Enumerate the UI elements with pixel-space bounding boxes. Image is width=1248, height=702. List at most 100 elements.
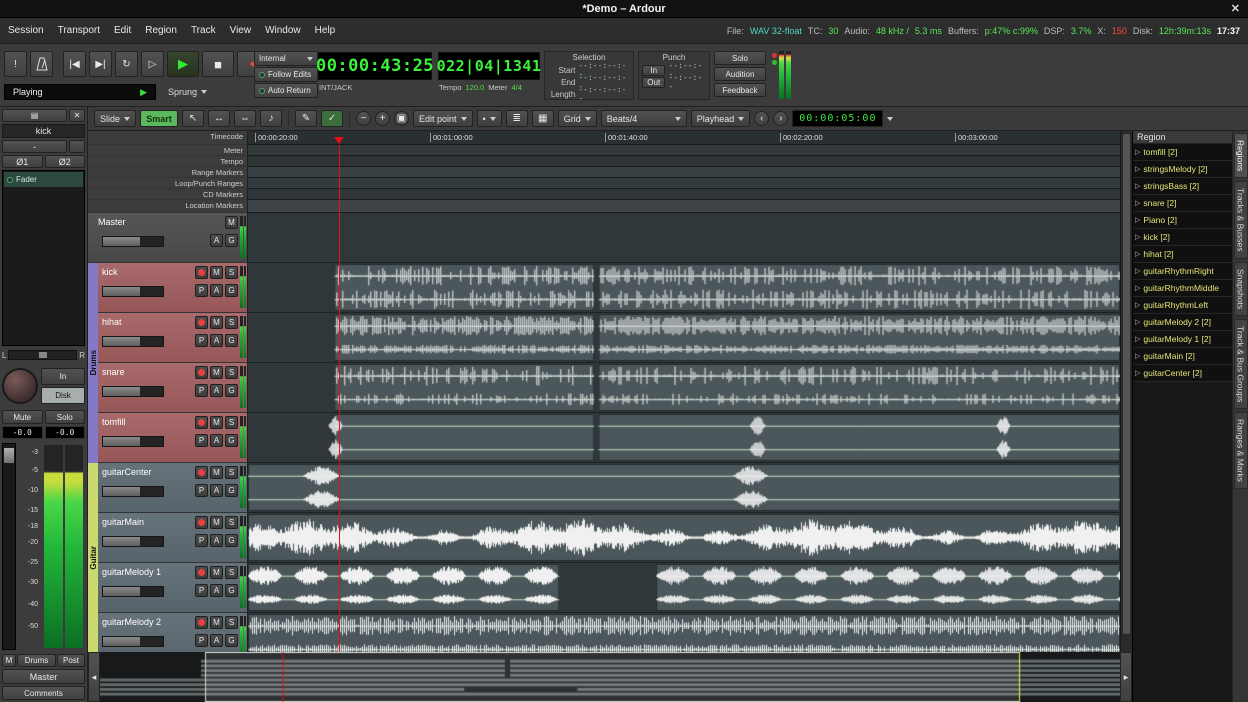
fader-handle[interactable] bbox=[4, 448, 14, 463]
track-name[interactable]: snare bbox=[102, 367, 125, 377]
nudge-clock[interactable]: 00:00:05:00 bbox=[792, 110, 883, 127]
track-group-button[interactable]: G bbox=[225, 534, 238, 547]
menu-session[interactable]: Session bbox=[8, 25, 44, 36]
tempo-value[interactable]: 120.0 bbox=[466, 83, 485, 92]
sync-source-button[interactable]: Internal bbox=[254, 51, 318, 66]
track-mute-button[interactable]: M bbox=[210, 466, 223, 479]
track-controls[interactable]: guitarMain M S P A G bbox=[88, 513, 248, 563]
tab-group-drums[interactable]: Drums bbox=[17, 654, 56, 667]
phase-1-button[interactable]: Ø1 bbox=[2, 155, 43, 168]
track-controls[interactable]: guitarCenter M S P A G bbox=[88, 463, 248, 513]
track-controls[interactable]: guitarMelody 2 M S P A G bbox=[88, 613, 248, 652]
record-arm-button[interactable] bbox=[195, 366, 208, 379]
region-list-item[interactable]: ▷guitarCenter [2] bbox=[1133, 365, 1232, 382]
track-automation-button[interactable]: A bbox=[210, 634, 223, 647]
track-scrollbar[interactable] bbox=[1120, 131, 1132, 652]
record-arm-button[interactable] bbox=[195, 416, 208, 429]
track-gain-fader[interactable] bbox=[102, 286, 164, 297]
nudge-right-button[interactable]: › bbox=[773, 111, 788, 126]
region-list-item[interactable]: ▷tomfill [2] bbox=[1133, 144, 1232, 161]
meter-value[interactable]: 4/4 bbox=[511, 83, 521, 92]
monitor-input-button[interactable]: In bbox=[41, 368, 85, 385]
track-controls[interactable]: tomfill M S P A G bbox=[88, 413, 248, 463]
master-strip-button[interactable]: Master bbox=[2, 669, 85, 684]
disclosure-triangle-icon[interactable]: ▷ bbox=[1135, 216, 1140, 224]
grid-type-dropdown[interactable]: Beats/4 bbox=[601, 110, 687, 127]
track-playlist-button[interactable]: P bbox=[195, 334, 208, 347]
ruler-label-timecode[interactable]: Timecode bbox=[88, 131, 247, 145]
disclosure-triangle-icon[interactable]: ▷ bbox=[1135, 318, 1140, 326]
punch-out-button[interactable]: Out bbox=[642, 77, 665, 88]
disclosure-triangle-icon[interactable]: ▷ bbox=[1135, 352, 1140, 360]
track-controls[interactable]: kick M S P A G bbox=[88, 263, 248, 313]
ruler-label-meter[interactable]: Meter bbox=[88, 145, 247, 156]
track-group-button[interactable]: G bbox=[225, 634, 238, 647]
processor-box[interactable]: Fader bbox=[2, 170, 85, 346]
edit-tool-button[interactable]: ✓ bbox=[321, 110, 343, 127]
stop-button[interactable]: ■ bbox=[202, 51, 234, 77]
region-list-item[interactable]: ▷guitarMelody 1 [2] bbox=[1133, 331, 1232, 348]
track-group-button[interactable]: G bbox=[225, 384, 238, 397]
track-automation-button[interactable]: A bbox=[210, 434, 223, 447]
auto-return-toggle[interactable]: Auto Return bbox=[254, 83, 318, 98]
strip-solo-button[interactable]: Solo bbox=[45, 410, 86, 424]
disclosure-triangle-icon[interactable]: ▷ bbox=[1135, 369, 1140, 377]
disclosure-triangle-icon[interactable]: ▷ bbox=[1135, 165, 1140, 173]
menu-help[interactable]: Help bbox=[315, 25, 336, 36]
track-solo-button[interactable]: S bbox=[225, 266, 238, 279]
timecode-ruler[interactable]: 00:00:20:00 00:01:00:00 00:01:40:00 00:0… bbox=[248, 131, 1120, 145]
track-waveform[interactable] bbox=[248, 263, 1120, 313]
track-waveform[interactable] bbox=[248, 213, 1120, 263]
track-controls[interactable]: snare M S P A G bbox=[88, 363, 248, 413]
summary-scroll-right-button[interactable]: ▸ bbox=[1120, 652, 1132, 702]
track-waveform[interactable] bbox=[248, 563, 1120, 613]
disclosure-triangle-icon[interactable]: ▷ bbox=[1135, 148, 1140, 156]
track-waveform[interactable] bbox=[248, 463, 1120, 513]
track-waveform[interactable] bbox=[248, 413, 1120, 463]
disclosure-triangle-icon[interactable]: ▷ bbox=[1135, 301, 1140, 309]
track-gain-fader[interactable] bbox=[102, 236, 164, 247]
list-view-button[interactable]: ≣ bbox=[506, 110, 528, 127]
monitor-disk-button[interactable]: Disk bbox=[41, 387, 85, 404]
menu-region[interactable]: Region bbox=[145, 25, 177, 36]
track-automation-button[interactable]: A bbox=[210, 234, 223, 247]
grid-dropdown[interactable]: Grid bbox=[558, 110, 597, 127]
group-strip-guitar[interactable]: Guitar bbox=[88, 463, 98, 652]
tab-tracks-busses[interactable]: Tracks & Busses bbox=[1234, 181, 1248, 258]
edit-point-dropdown[interactable]: Edit point bbox=[413, 110, 473, 127]
edit-mode-dropdown[interactable]: Slide bbox=[94, 110, 136, 127]
stretch-tool-button[interactable]: ⇔ bbox=[234, 110, 256, 127]
track-solo-button[interactable]: S bbox=[225, 416, 238, 429]
disclosure-triangle-icon[interactable]: ▷ bbox=[1135, 335, 1140, 343]
group-strip-drums[interactable]: Drums bbox=[88, 263, 98, 463]
track-playlist-button[interactable]: P bbox=[195, 434, 208, 447]
track-waveform[interactable] bbox=[248, 313, 1120, 363]
grid-cells-button[interactable]: ▦ bbox=[532, 110, 554, 127]
goto-end-button[interactable]: ▶| bbox=[89, 51, 112, 77]
draw-tool-button[interactable]: ✎ bbox=[295, 110, 317, 127]
tab-regions[interactable]: Regions bbox=[1234, 133, 1248, 178]
region-list-item[interactable]: ▷guitarRhythmMiddle bbox=[1133, 280, 1232, 297]
smart-mode-button[interactable]: Smart bbox=[140, 110, 178, 127]
track-automation-button[interactable]: A bbox=[210, 534, 223, 547]
track-group-button[interactable]: G bbox=[225, 584, 238, 597]
track-automation-button[interactable]: A bbox=[210, 384, 223, 397]
region-list-item[interactable]: ▷stringsBass [2] bbox=[1133, 178, 1232, 195]
region-list-item[interactable]: ▷kick [2] bbox=[1133, 229, 1232, 246]
disclosure-triangle-icon[interactable]: ▷ bbox=[1135, 284, 1140, 292]
zoom-out-button[interactable]: − bbox=[356, 111, 371, 126]
strip-track-name[interactable]: kick bbox=[2, 124, 85, 138]
menu-transport[interactable]: Transport bbox=[58, 25, 100, 36]
track-solo-button[interactable]: S bbox=[225, 516, 238, 529]
tab-ranges-marks[interactable]: Ranges & Marks bbox=[1234, 412, 1248, 489]
disclosure-triangle-icon[interactable]: ▷ bbox=[1135, 182, 1140, 190]
track-gain-fader[interactable] bbox=[102, 536, 164, 547]
track-automation-button[interactable]: A bbox=[210, 484, 223, 497]
track-name[interactable]: guitarCenter bbox=[102, 467, 152, 477]
track-controls[interactable]: Master M A G bbox=[88, 213, 248, 263]
loop-punch-ruler[interactable] bbox=[248, 178, 1120, 189]
strip-close-button[interactable]: ✕ bbox=[69, 109, 85, 122]
audition-tool-button[interactable]: ♪ bbox=[260, 110, 282, 127]
record-arm-button[interactable] bbox=[195, 266, 208, 279]
processor-fader-entry[interactable]: Fader bbox=[4, 172, 83, 187]
